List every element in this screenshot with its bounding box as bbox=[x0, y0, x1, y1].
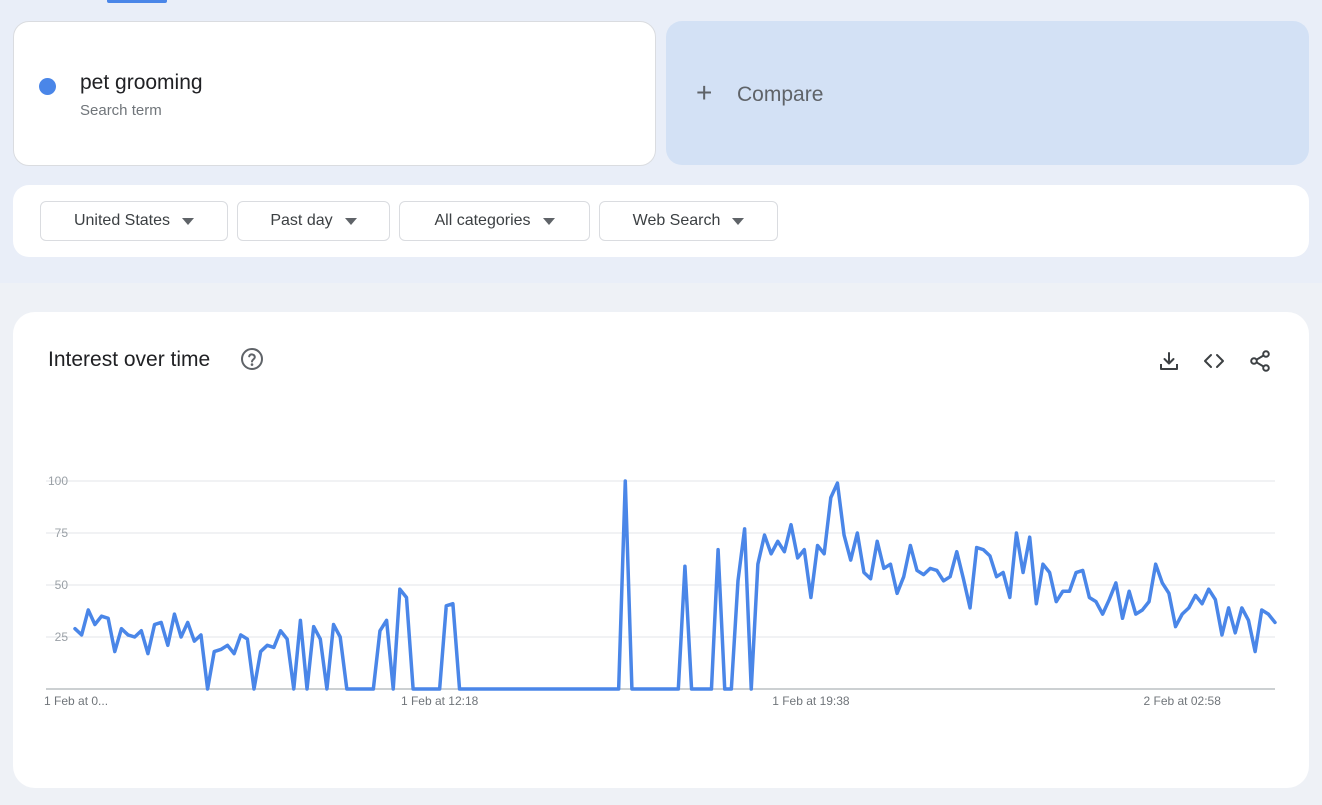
dropdown-arrow-icon bbox=[542, 217, 555, 225]
plus-icon: + bbox=[696, 77, 713, 108]
share-icon[interactable] bbox=[1248, 349, 1272, 373]
time-range-filter-dropdown[interactable]: Past day bbox=[237, 201, 390, 241]
compare-button[interactable]: + Compare bbox=[666, 21, 1309, 165]
region-filter-label: United States bbox=[73, 212, 171, 229]
help-icon[interactable] bbox=[240, 347, 264, 371]
search-type-filter-dropdown[interactable]: Web Search bbox=[599, 201, 778, 241]
series-color-dot bbox=[39, 78, 56, 95]
search-type-filter-label: Web Search bbox=[632, 212, 721, 229]
embed-code-icon[interactable] bbox=[1202, 349, 1226, 373]
interest-over-time-card: Interest over time bbox=[13, 312, 1309, 788]
category-filter-label: All categories bbox=[434, 212, 531, 229]
search-term-type: Search term bbox=[80, 102, 162, 119]
filter-bar: United States Past day All categories We… bbox=[13, 185, 1309, 257]
dropdown-arrow-icon bbox=[732, 217, 745, 225]
compare-label: Compare bbox=[737, 83, 824, 106]
search-term-card[interactable]: pet grooming Search term bbox=[13, 21, 656, 166]
region-filter-dropdown[interactable]: United States bbox=[40, 201, 228, 241]
time-range-filter-label: Past day bbox=[270, 212, 333, 229]
search-term-name[interactable]: pet grooming bbox=[80, 71, 203, 95]
dropdown-arrow-icon bbox=[182, 217, 195, 225]
tab-underline bbox=[107, 0, 167, 3]
download-icon[interactable] bbox=[1157, 349, 1181, 373]
dropdown-arrow-icon bbox=[344, 217, 357, 225]
chart-title: Interest over time bbox=[48, 348, 211, 371]
category-filter-dropdown[interactable]: All categories bbox=[399, 201, 590, 241]
